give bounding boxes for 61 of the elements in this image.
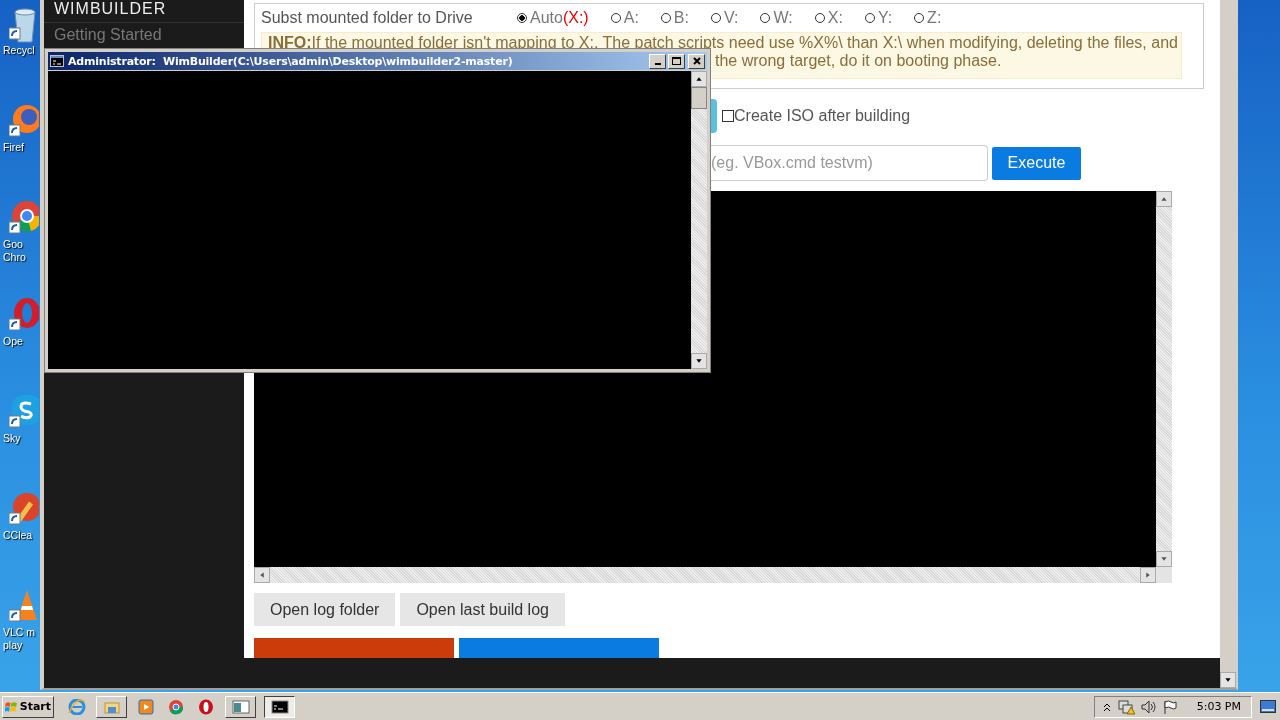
console-icon: [50, 55, 64, 67]
radio-button[interactable]: [914, 13, 925, 23]
log-button[interactable]: Open last build log: [400, 593, 565, 626]
command-field[interactable]: (eg. VBox.cmd testvm): [711, 145, 988, 181]
icon-label: Chro: [3, 251, 26, 264]
checkbox[interactable]: [722, 110, 734, 122]
speaker-icon[interactable]: [1140, 699, 1157, 714]
radio-button[interactable]: [660, 13, 671, 23]
maximize-button[interactable]: [668, 53, 685, 69]
close-button[interactable]: [688, 53, 705, 69]
scroll-down-icon[interactable]: [691, 353, 707, 369]
network-icon[interactable]: [1116, 698, 1135, 715]
icon-label: Recycl: [3, 44, 35, 57]
icon-label: Ope: [3, 335, 23, 348]
scroll-up-icon[interactable]: [691, 71, 707, 87]
chevron-icon[interactable]: [1102, 701, 1111, 712]
drive-radio[interactable]: V:: [710, 9, 739, 27]
radio-button[interactable]: [517, 13, 527, 23]
radio-button[interactable]: [864, 13, 875, 23]
window-title: Administrator: WimBuilder(C:\Users\admin\Desktop\wimbuilder2-master): [68, 54, 513, 68]
show-desktop-icon[interactable]: [1260, 699, 1276, 714]
minimize-button[interactable]: [649, 53, 666, 69]
folder-icon[interactable]: [96, 695, 127, 718]
scrollbar[interactable]: [254, 567, 1172, 583]
radio-button[interactable]: [760, 13, 771, 23]
radio-button[interactable]: [610, 13, 621, 23]
drive-radio[interactable]: W:: [760, 9, 793, 27]
radio-button[interactable]: [814, 13, 825, 23]
icon-label: Firef: [3, 141, 24, 154]
subst-label: Subst mounted folder to Drive: [261, 9, 474, 27]
scroll-left-icon[interactable]: [254, 567, 270, 583]
icon-label: Sky: [3, 432, 21, 445]
flag-icon[interactable]: [1162, 699, 1177, 714]
close-icon: [692, 57, 701, 65]
window-icon[interactable]: [225, 695, 256, 718]
clock[interactable]: 5:03 PM: [1196, 700, 1241, 713]
log-button[interactable]: Open log folder: [254, 593, 396, 626]
icon-label: play: [3, 639, 23, 652]
scrollbar[interactable]: [691, 71, 707, 369]
scroll-down-icon[interactable]: [1220, 672, 1236, 688]
sidebar-item[interactable]: Getting Started: [44, 23, 244, 47]
drive-radio[interactable]: Z:: [914, 9, 942, 27]
drive-radio[interactable]: Auto(X:): [517, 9, 589, 27]
radio-button[interactable]: [710, 13, 721, 23]
icon-label: Goo: [3, 238, 23, 251]
icon-label: VLC m: [3, 626, 36, 639]
drive-radio[interactable]: Y:: [864, 9, 893, 27]
drive-radio[interactable]: A:: [610, 9, 639, 27]
maximize-icon: [672, 57, 681, 65]
drive-radio[interactable]: B:: [660, 9, 689, 27]
console-icon[interactable]: [264, 695, 295, 718]
drive-radio[interactable]: X:: [814, 9, 843, 27]
iso-checkbox[interactable]: Create ISO after building: [722, 107, 911, 125]
logo-icon: [5, 699, 18, 714]
icon-label: CClea: [3, 529, 33, 542]
scroll-thumb[interactable]: [691, 87, 707, 109]
scroll-right-icon[interactable]: [1140, 567, 1156, 583]
scrollbar-corner: [1156, 567, 1172, 583]
info-text: the wrong target, do it on booting phase.: [715, 52, 1002, 70]
start-button[interactable]: Start: [2, 695, 54, 718]
execute-button[interactable]: Execute: [992, 146, 1081, 180]
